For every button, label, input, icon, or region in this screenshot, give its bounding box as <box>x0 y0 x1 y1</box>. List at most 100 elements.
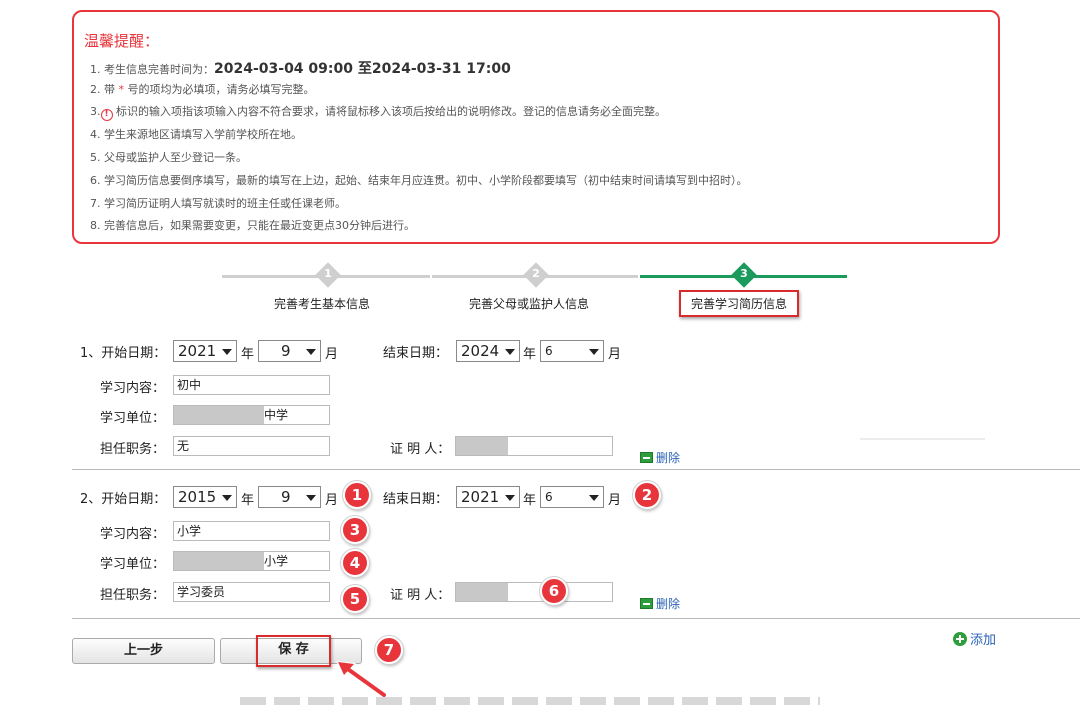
notice-box: 温馨提醒： 1. 考生信息完善时间为：2024-03-04 09:00 至202… <box>72 10 1000 244</box>
progress-steps: 1 2 3 完善考生基本信息 完善父母或监护人信息 完善学习简历信息 <box>222 262 852 322</box>
notice-item-4: 4. 学生来源地区请填写入学前学校所在地。 <box>90 128 302 141</box>
record-1-delete-label: 删除 <box>656 451 681 465</box>
chevron-down-icon <box>222 495 232 501</box>
record-1-start-year-value: 2021 <box>178 342 217 360</box>
redacted-block <box>456 583 508 601</box>
duty-label: 担任职务： <box>100 588 166 603</box>
record-2-start-month-select[interactable]: 9 <box>258 486 321 508</box>
record-1-end-year-select[interactable]: 2024 <box>456 340 520 362</box>
witness-label: 证 明 人： <box>390 442 451 457</box>
year-label: 年 <box>241 493 255 508</box>
record-1-delete-link[interactable]: 删除 <box>640 449 680 466</box>
duty-label: 担任职务： <box>100 442 166 457</box>
add-record-label: 添加 <box>970 633 997 648</box>
step-2-number: 2 <box>532 267 540 280</box>
notice-item-1: 1. 考生信息完善时间为：2024-03-04 09:00 至2024-03-3… <box>90 58 511 78</box>
record-2-index: 2、开始日期： <box>80 488 166 507</box>
record-2-index-num: 2、 <box>80 492 102 507</box>
record-1-start-month-value: 9 <box>281 342 291 360</box>
record-1-duty-input[interactable]: 无 <box>173 436 330 456</box>
record-2-witness-input[interactable] <box>455 582 613 602</box>
warning-icon: ! <box>100 109 113 121</box>
record-2-end-year-value: 2021 <box>461 488 500 506</box>
record-2-delete-label: 删除 <box>656 597 681 611</box>
notice-item-1-time: 2024-03-04 09:00 至2024-03-31 17:00 <box>214 61 511 77</box>
month-label: 月 <box>608 493 622 508</box>
record-2-duty-input[interactable]: 学习委员 <box>173 582 330 602</box>
notice-item-3-text: 标识的输入项指该项输入内容不符合要求，请将鼠标移入该项后按给出的说明修改。登记的… <box>116 105 666 118</box>
month-label: 月 <box>608 347 622 362</box>
record-1-unit-suffix: 中学 <box>264 408 289 422</box>
record-2-end-month-value: 6 <box>545 490 553 504</box>
month-label: 月 <box>325 347 339 362</box>
step-3-label[interactable]: 完善学习简历信息 <box>679 290 800 317</box>
chevron-down-icon <box>306 495 316 501</box>
record-2-end-year-select[interactable]: 2021 <box>456 486 520 508</box>
record-2-unit-suffix: 小学 <box>264 554 289 568</box>
record-1-index-num: 1、 <box>80 346 102 361</box>
notice-item-3-num: 3. <box>90 105 101 118</box>
chevron-down-icon <box>222 349 232 355</box>
record-2-start-year-select[interactable]: 2015 <box>173 486 237 508</box>
year-label: 年 <box>523 493 537 508</box>
minus-icon <box>640 452 653 463</box>
record-1-end-label: 结束日期： <box>383 346 449 361</box>
record-1-end-month-select[interactable]: 6 <box>540 340 604 362</box>
step-3-number: 3 <box>740 267 748 280</box>
year-label: 年 <box>523 347 537 362</box>
record-1-unit-input[interactable]: 中学 <box>173 405 330 425</box>
witness-label: 证 明 人： <box>390 588 451 603</box>
minus-icon <box>640 598 653 609</box>
record-2-content-input[interactable]: 小学 <box>173 521 330 541</box>
month-label: 月 <box>325 493 339 508</box>
notice-item-5: 5. 父母或监护人至少登记一条。 <box>90 151 247 164</box>
record-1-start-month-select[interactable]: 9 <box>258 340 321 362</box>
content-label: 学习内容： <box>100 381 166 396</box>
redacted-block <box>174 406 264 424</box>
record-2-unit-input[interactable]: 小学 <box>173 551 330 571</box>
unit-label: 学习单位： <box>100 557 166 572</box>
record-1-start-year-select[interactable]: 2021 <box>173 340 237 362</box>
notice-item-8: 8. 完善信息后，如果需要变更，只能在最近变更点30分钟后进行。 <box>90 219 415 232</box>
redacted-block <box>456 437 508 455</box>
notice-item-2-a: 2. 带 <box>90 83 115 96</box>
step-2-label[interactable]: 完善父母或监护人信息 <box>469 295 589 312</box>
annotation-badge-3: 3 <box>341 516 369 544</box>
plus-icon <box>953 632 967 646</box>
chevron-down-icon <box>505 495 515 501</box>
chevron-down-icon <box>589 349 599 355</box>
pointer-arrow-icon <box>336 661 388 699</box>
chevron-down-icon <box>589 495 599 501</box>
year-label: 年 <box>241 347 255 362</box>
record-2-end-label: 结束日期： <box>383 492 449 507</box>
record-2-delete-link[interactable]: 删除 <box>640 595 680 612</box>
record-1-witness-input[interactable] <box>455 436 613 456</box>
record-1-content-input[interactable]: 初中 <box>173 375 330 395</box>
annotation-badge-4: 4 <box>341 549 369 577</box>
notice-item-2-b: 号的项均为必填项，请务必填写完整。 <box>127 83 315 96</box>
prev-step-button[interactable]: 上一步 <box>72 638 215 664</box>
record-1-end-year-value: 2024 <box>461 342 500 360</box>
save-button[interactable]: 保 存 <box>259 638 328 664</box>
notice-item-1-prefix: 1. 考生信息完善时间为： <box>90 63 214 76</box>
notice-item-3: 3.! 标识的输入项指该项输入内容不符合要求，请将鼠标移入该项后按给出的说明修改… <box>90 103 666 121</box>
notice-item-2: 2. 带 * 号的项均为必填项，请务必填写完整。 <box>90 81 315 97</box>
annotation-badge-6: 6 <box>540 577 568 605</box>
notice-item-6: 6. 学习简历信息要倒序填写，最新的填写在上边，起始、结束年月应连贯。初中、小学… <box>90 174 748 187</box>
chevron-down-icon <box>505 349 515 355</box>
footer-faded-text <box>240 697 820 705</box>
record-2-start-label: 开始日期： <box>101 492 167 507</box>
unit-label: 学习单位： <box>100 411 166 426</box>
step-1-label[interactable]: 完善考生基本信息 <box>274 295 370 312</box>
required-star: * <box>118 83 125 96</box>
add-record-link[interactable]: 添加 <box>953 629 996 648</box>
record-2-end-month-select[interactable]: 6 <box>540 486 604 508</box>
record-1-start-label: 开始日期： <box>101 346 167 361</box>
redacted-block <box>174 552 264 570</box>
record-1-end-month-value: 6 <box>545 344 553 358</box>
form-bottom-divider <box>72 618 1080 619</box>
annotation-badge-1: 1 <box>343 481 371 509</box>
record-divider <box>72 469 1080 470</box>
annotation-badge-2: 2 <box>633 481 661 509</box>
notice-title: 温馨提醒： <box>84 32 160 50</box>
